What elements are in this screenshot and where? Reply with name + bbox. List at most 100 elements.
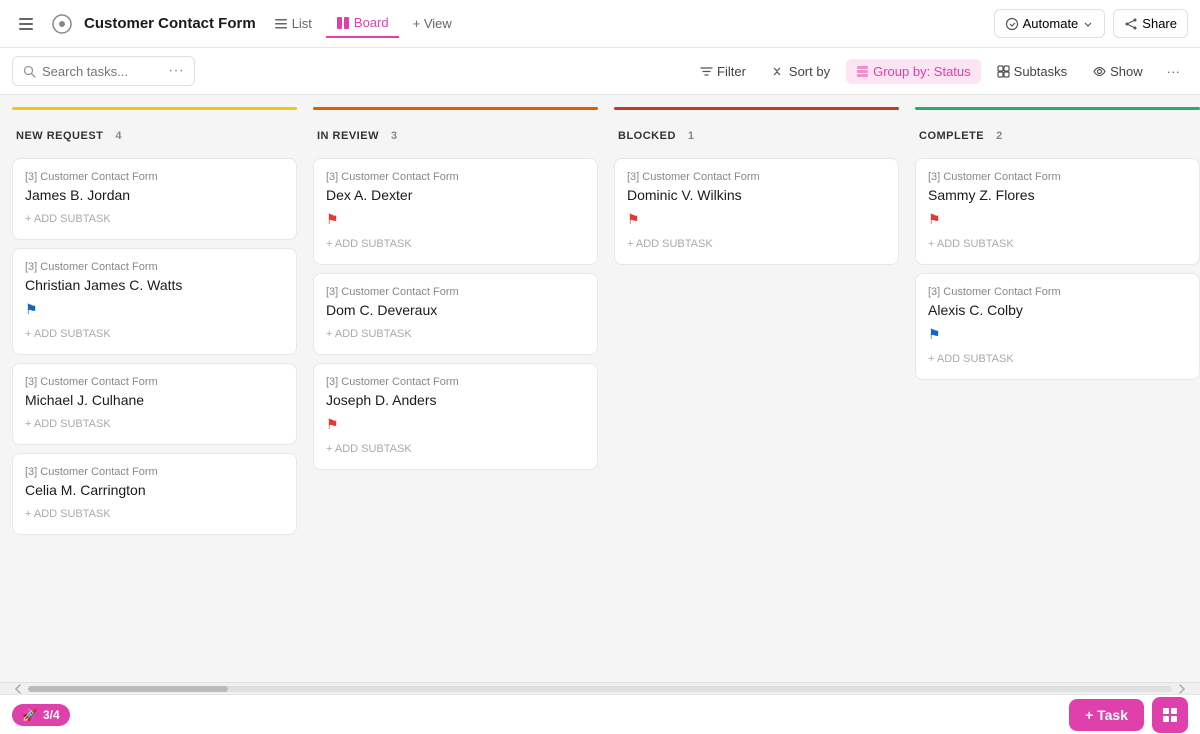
rocket-icon: 🚀: [22, 708, 37, 722]
card-meta: [3] Customer Contact Form: [25, 171, 284, 183]
page-title: Customer Contact Form: [84, 15, 256, 32]
board: NEW REQUEST 4 [3] Customer Contact Form Jam…: [0, 95, 1200, 682]
show-button[interactable]: Show: [1083, 59, 1153, 84]
card-meta: [3] Customer Contact Form: [326, 171, 585, 183]
column-bar-complete: [915, 107, 1200, 110]
header-nav: List Board + View: [264, 9, 462, 38]
grid-icon-button[interactable]: [1152, 697, 1188, 733]
card[interactable]: [3] Customer Contact FormDominic V. Wilk…: [614, 158, 899, 265]
add-subtask-button[interactable]: + ADD SUBTASK: [326, 236, 585, 252]
add-subtask-button[interactable]: + ADD SUBTASK: [326, 441, 585, 457]
column-count: 3: [391, 130, 397, 142]
column-bar-new-request: [12, 107, 297, 110]
card[interactable]: [3] Customer Contact Form Michael J. Culh…: [12, 363, 297, 445]
search-icon: [23, 65, 36, 78]
column-title: IN REVIEW: [317, 130, 379, 142]
column-count: 1: [688, 130, 694, 142]
card-meta: [3] Customer Contact Form: [25, 376, 284, 388]
header-right: Automate Share: [994, 9, 1188, 38]
card-meta: [3] Customer Contact Form: [326, 376, 585, 388]
filter-button[interactable]: Filter: [690, 59, 756, 84]
toolbar: ··· Filter Sort by Group by: Status Subt…: [0, 48, 1200, 95]
search-box[interactable]: ···: [12, 56, 195, 86]
card-title: Joseph D. Anders: [326, 392, 585, 408]
scrollbar-area[interactable]: [0, 682, 1200, 694]
scroll-right-icon[interactable]: [1176, 683, 1188, 695]
card-title: Dom C. Deveraux: [326, 302, 585, 318]
add-subtask-button[interactable]: + ADD SUBTASK: [326, 326, 585, 342]
card-title: James B. Jordan: [25, 187, 284, 203]
toolbar-right: Filter Sort by Group by: Status Subtasks…: [690, 59, 1188, 84]
card[interactable]: [3] Customer Contact Form Christian James…: [12, 248, 297, 355]
card-title: Christian James C. Watts: [25, 277, 284, 293]
column-header-new-request: NEW REQUEST 4: [12, 122, 297, 150]
card-meta: [3] Customer Contact Form: [928, 171, 1187, 183]
header: Customer Contact Form List Board + View …: [0, 0, 1200, 48]
column-header-complete: COMPLETE 2: [915, 122, 1200, 150]
flag-icon-blue: ⚑: [25, 301, 284, 318]
column-header-blocked: BLOCKED 1: [614, 122, 899, 150]
card-title: Michael J. Culhane: [25, 392, 284, 408]
add-subtask-button[interactable]: + ADD SUBTASK: [627, 236, 886, 252]
card-title: Alexis C. Colby: [928, 302, 1187, 318]
toolbar-more-button[interactable]: ···: [1159, 59, 1188, 84]
sort-button[interactable]: Sort by: [762, 59, 840, 84]
column-bar-blocked: [614, 107, 899, 110]
grid-icon: [1161, 706, 1179, 724]
automate-button[interactable]: Automate: [994, 9, 1106, 38]
card-title: Celia M. Carrington: [25, 482, 284, 498]
card[interactable]: [3] Customer Contact Form Dom C. Deveraux…: [313, 273, 598, 355]
column-new-request: NEW REQUEST 4 [3] Customer Contact Form Jam…: [12, 107, 297, 670]
flag-icon-blue: ⚑: [928, 326, 1187, 343]
bottom-bar: 🚀 3/4 + Task: [0, 694, 1200, 734]
search-more-icon[interactable]: ···: [168, 62, 184, 80]
column-count: 4: [115, 130, 121, 142]
add-subtask-button[interactable]: + ADD SUBTASK: [25, 326, 284, 342]
card-meta: [3] Customer Contact Form: [627, 171, 886, 183]
card-meta: [3] Customer Contact Form: [928, 286, 1187, 298]
add-subtask-button[interactable]: + ADD SUBTASK: [25, 211, 284, 227]
card-title: Dex A. Dexter: [326, 187, 585, 203]
group-by-button[interactable]: Group by: Status: [846, 59, 981, 84]
sidebar-toggle[interactable]: [12, 10, 40, 38]
card[interactable]: [3] Customer Contact Form Joseph D. Ander…: [313, 363, 598, 470]
add-task-button[interactable]: + Task: [1069, 699, 1144, 731]
rocket-badge[interactable]: 🚀 3/4: [12, 704, 70, 726]
column-title: NEW REQUEST: [16, 130, 103, 142]
app-icon: [48, 10, 76, 38]
column-header-in-review: IN REVIEW 3: [313, 122, 598, 150]
card[interactable]: [3] Customer Contact Form James B. Jordan…: [12, 158, 297, 240]
flag-icon-red: ⚑: [627, 211, 886, 228]
card-meta: [3] Customer Contact Form: [326, 286, 585, 298]
scrollbar-thumb[interactable]: [28, 686, 228, 692]
card[interactable]: [3] Customer Contact Form Sammy Z. Flores…: [915, 158, 1200, 265]
share-button[interactable]: Share: [1113, 9, 1188, 38]
column-in-review: IN REVIEW 3 [3] Customer Contact Form Dex A…: [313, 107, 598, 670]
add-subtask-button[interactable]: + ADD SUBTASK: [25, 506, 284, 522]
scroll-left-icon[interactable]: [12, 683, 24, 695]
flag-icon-red: ⚑: [326, 416, 585, 433]
card-title: Sammy Z. Flores: [928, 187, 1187, 203]
card-meta: [3] Customer Contact Form: [25, 261, 284, 273]
subtasks-button[interactable]: Subtasks: [987, 59, 1077, 84]
add-subtask-button[interactable]: + ADD SUBTASK: [928, 236, 1187, 252]
column-bar-in-review: [313, 107, 598, 110]
column-complete: COMPLETE 2 [3] Customer Contact Form Sammy …: [915, 107, 1200, 670]
column-title: BLOCKED: [618, 130, 676, 142]
add-subtask-button[interactable]: + ADD SUBTASK: [25, 416, 284, 432]
nav-board[interactable]: Board: [326, 9, 399, 38]
card[interactable]: [3] Customer Contact Form Alexis C. Colby…: [915, 273, 1200, 380]
search-input[interactable]: [42, 64, 162, 79]
card[interactable]: [3] Customer Contact FormCelia M. Carrin…: [12, 453, 297, 535]
column-title: COMPLETE: [919, 130, 984, 142]
header-left: Customer Contact Form List Board + View: [12, 9, 986, 38]
card[interactable]: [3] Customer Contact Form Dex A. Dexter ⚑ +…: [313, 158, 598, 265]
column-blocked: BLOCKED 1 [3] Customer Contact FormDominic…: [614, 107, 899, 670]
flag-icon-red: ⚑: [928, 211, 1187, 228]
nav-add-view[interactable]: + View: [403, 10, 462, 37]
column-count: 2: [996, 130, 1002, 142]
nav-list[interactable]: List: [264, 10, 322, 37]
scrollbar-track[interactable]: [28, 686, 1172, 692]
add-subtask-button[interactable]: + ADD SUBTASK: [928, 351, 1187, 367]
flag-icon-red: ⚑: [326, 211, 585, 228]
